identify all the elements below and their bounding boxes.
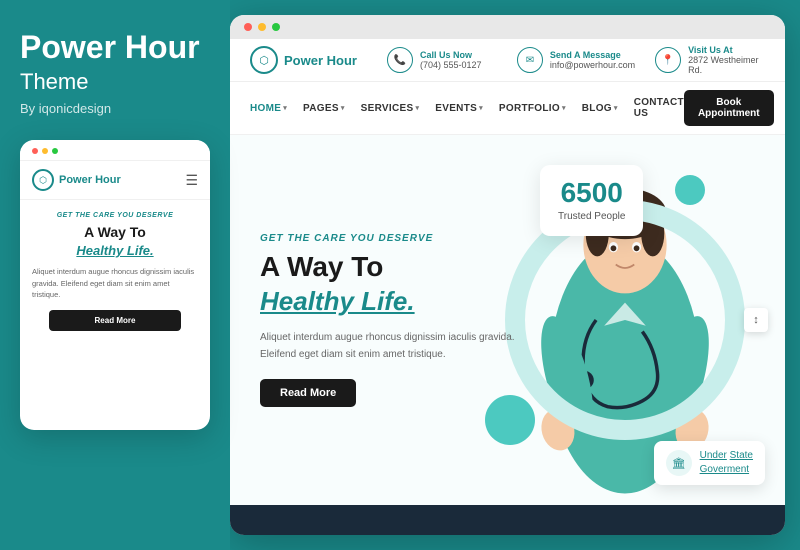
- mobile-read-more-button[interactable]: Read More: [49, 310, 182, 331]
- nav-item-pages[interactable]: PAGES ▾: [303, 103, 345, 114]
- call-text-block: Call Us Now (704) 555-0127: [420, 50, 482, 70]
- dark-bottom-bar: [230, 505, 785, 535]
- message-info: ✉ Send A Message info@powerhour.com: [517, 47, 635, 73]
- nav-item-services[interactable]: SERVICES ▾: [361, 103, 420, 114]
- stats-number: 6500: [558, 179, 625, 207]
- message-value: info@powerhour.com: [550, 60, 635, 70]
- nav-item-contact[interactable]: CONTACT US: [634, 97, 684, 119]
- mobile-window-dots: [32, 148, 58, 154]
- chevron-down-icon: ▾: [479, 104, 483, 112]
- call-value: (704) 555-0127: [420, 60, 482, 70]
- hero-title-line1: A Way To: [260, 250, 520, 284]
- brand-title: Power Hour: [20, 30, 210, 65]
- nav-item-portfolio[interactable]: PORTFOLIO ▾: [499, 103, 566, 114]
- logo-area: ⬡ Power Hour: [250, 46, 357, 74]
- phone-icon: 📞: [387, 47, 413, 73]
- book-appointment-button[interactable]: Book Appointment: [684, 90, 774, 126]
- mobile-main-title: A Way To: [32, 223, 198, 241]
- badge-text: Under State Goverment: [700, 449, 753, 477]
- mobile-desc: Aliquet interdum augue rhoncus dignissim…: [32, 266, 198, 300]
- mobile-sub-heading: GET THE CARE YOU DESERVE: [32, 212, 198, 219]
- chevron-down-icon: ▾: [415, 104, 419, 112]
- hero-sub-heading: GET THE CARE YOU DESERVE: [260, 233, 520, 244]
- email-icon: ✉: [517, 47, 543, 73]
- logo-text: Power Hour: [284, 53, 357, 68]
- call-label: Call Us Now: [420, 50, 482, 60]
- dot-red: [32, 148, 38, 154]
- mobile-preview-card: ⬡ Power Hour ☰ GET THE CARE YOU DESERVE …: [20, 140, 210, 430]
- nav-items: HOME ▾ PAGES ▾ SERVICES ▾ EVENTS ▾ PORTF…: [250, 97, 684, 119]
- mobile-card-body: GET THE CARE YOU DESERVE A Way To Health…: [20, 200, 210, 343]
- browser-titlebar: [230, 15, 785, 39]
- nav-bar: HOME ▾ PAGES ▾ SERVICES ▾ EVENTS ▾ PORTF…: [230, 82, 785, 135]
- scroll-indicator[interactable]: ↕: [744, 308, 768, 332]
- hero-description: Aliquet interdum augue rhoncus dignissim…: [260, 329, 520, 363]
- chevron-down-icon: ▾: [283, 104, 287, 112]
- badge-icon: 🏛: [666, 450, 692, 476]
- mobile-logo-icon: ⬡: [32, 169, 54, 191]
- dot-green: [52, 148, 58, 154]
- left-panel: Power Hour Theme By iqonicdesign ⬡ Power…: [0, 0, 230, 550]
- mobile-logo-text: Power Hour: [59, 174, 121, 186]
- chevron-down-icon: ▾: [614, 104, 618, 112]
- top-info-bar: ⬡ Power Hour 📞 Call Us Now (704) 555-012…: [230, 39, 785, 82]
- browser-window: ⬡ Power Hour 📞 Call Us Now (704) 555-012…: [230, 15, 785, 535]
- logo-icon: ⬡: [250, 46, 278, 74]
- nav-item-blog[interactable]: BLOG ▾: [582, 103, 618, 114]
- hero-section: GET THE CARE YOU DESERVE A Way To Health…: [230, 135, 785, 505]
- nav-item-events[interactable]: EVENTS ▾: [435, 103, 483, 114]
- deco-blob-topleft: [675, 175, 705, 205]
- hero-read-more-button[interactable]: Read More: [260, 379, 356, 407]
- brand-by: By iqonicdesign: [20, 101, 210, 116]
- stats-label: Trusted People: [558, 211, 625, 222]
- browser-dot-yellow: [258, 23, 266, 31]
- dot-yellow: [42, 148, 48, 154]
- brand-subtitle: Theme: [20, 69, 210, 95]
- mobile-card-header: [20, 140, 210, 161]
- scroll-icon: ↕: [753, 314, 759, 326]
- visit-label: Visit Us At: [688, 45, 765, 55]
- chevron-down-icon: ▾: [341, 104, 345, 112]
- under-state-badge: 🏛 Under State Goverment: [654, 441, 765, 485]
- message-label: Send A Message: [550, 50, 635, 60]
- call-info: 📞 Call Us Now (704) 555-0127: [387, 47, 497, 73]
- hero-content: GET THE CARE YOU DESERVE A Way To Health…: [230, 213, 550, 427]
- hero-title-line2: Healthy Life.: [260, 286, 520, 317]
- chevron-down-icon: ▾: [562, 104, 566, 112]
- visit-text-block: Visit Us At 2872 Westheimer Rd.: [688, 45, 765, 75]
- mobile-logo-row: ⬡ Power Hour ☰: [20, 161, 210, 200]
- nav-item-home[interactable]: HOME ▾: [250, 103, 287, 114]
- mobile-menu-icon: ☰: [185, 172, 198, 189]
- mobile-subtitle-italic: Healthy Life.: [32, 243, 198, 258]
- browser-dot-red: [244, 23, 252, 31]
- location-icon: 📍: [655, 47, 681, 73]
- browser-dot-green: [272, 23, 280, 31]
- stats-box: 6500 Trusted People: [540, 165, 643, 236]
- message-text-block: Send A Message info@powerhour.com: [550, 50, 635, 70]
- visit-value: 2872 Westheimer Rd.: [688, 55, 765, 75]
- visit-info: 📍 Visit Us At 2872 Westheimer Rd.: [655, 45, 765, 75]
